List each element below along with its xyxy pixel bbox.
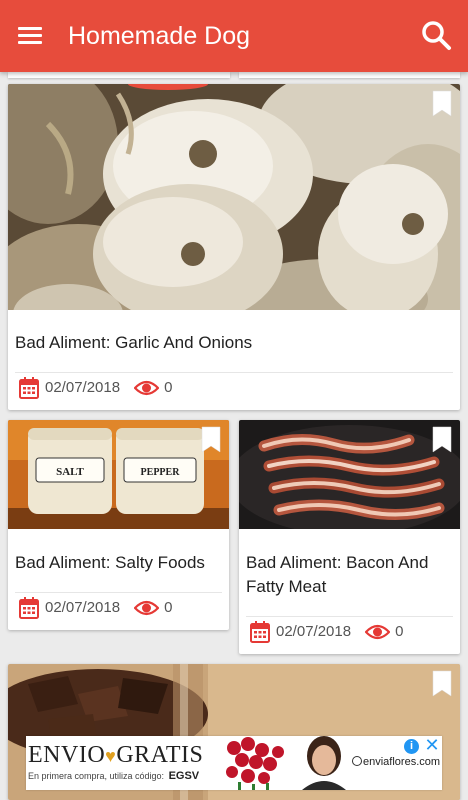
ad-headline: ENVIO♥GRATIS: [28, 742, 203, 769]
card-edge: [239, 72, 460, 78]
previous-cards-edge: [8, 72, 460, 78]
ad-headline-right: GRATIS: [116, 742, 204, 768]
article-date: 02/07/2018: [45, 599, 121, 616]
article-title[interactable]: Bad Aliment: Salty Foods: [15, 551, 223, 575]
calendar-icon: [250, 621, 270, 643]
article-views: 0: [164, 379, 173, 396]
article-title[interactable]: Bad Aliment: Bacon And Fatty Meat: [246, 551, 454, 599]
pepper-jar-label: PEPPER: [141, 467, 181, 478]
salt-jar-label: SALT: [56, 466, 84, 478]
divider: [15, 592, 222, 593]
eye-icon: [134, 600, 160, 616]
calendar-icon: [19, 597, 39, 619]
article-image-bacon: [239, 420, 460, 529]
ad-brand-name: enviaflores.com: [363, 756, 441, 768]
bookmark-icon[interactable]: [431, 426, 453, 454]
eye-icon: [365, 624, 391, 640]
bookmark-icon[interactable]: [431, 90, 453, 118]
article-card[interactable]: Bad Aliment: Garlic And Onions 02/07/201…: [8, 84, 460, 410]
divider: [15, 372, 453, 373]
article-meta: 02/07/2018 0: [250, 620, 403, 644]
eye-icon: [134, 380, 160, 396]
bookmark-icon[interactable]: [431, 670, 453, 698]
bookmark-icon[interactable]: [200, 426, 222, 454]
calendar-icon: [19, 377, 39, 399]
article-date: 02/07/2018: [45, 379, 121, 396]
close-icon[interactable]: ✕: [424, 736, 440, 754]
article-card[interactable]: SALT PEPPER Bad Aliment: Salty Foods 02/…: [8, 420, 229, 630]
card-edge: [8, 72, 230, 78]
article-views: 0: [164, 599, 173, 616]
article-meta: 02/07/2018 0: [19, 596, 172, 620]
article-image-garlic: [8, 84, 460, 310]
ad-info-icon[interactable]: i: [404, 739, 419, 754]
ad-headline-left: ENVIO: [28, 742, 106, 768]
divider: [246, 616, 453, 617]
app-title: Homemade Dog: [68, 22, 251, 50]
app-bar: Homemade Dog: [0, 0, 468, 72]
ad-brand: enviaflores.com: [352, 756, 440, 768]
article-meta: 02/07/2018 0: [19, 376, 172, 400]
article-image-salt: SALT PEPPER: [8, 420, 229, 529]
ad-subtext-label: En primera compra, utiliza código:: [28, 771, 165, 781]
ad-subtext: En primera compra, utiliza código: EGSV: [28, 770, 199, 782]
ad-brand-logo-icon: [352, 756, 362, 766]
article-date: 02/07/2018: [276, 623, 352, 640]
article-title[interactable]: Bad Aliment: Garlic And Onions: [15, 331, 453, 355]
menu-icon[interactable]: [14, 22, 48, 50]
heart-icon: ♥: [105, 746, 117, 766]
search-icon[interactable]: [418, 18, 454, 54]
ad-promo-code: EGSV: [168, 770, 200, 782]
article-views: 0: [395, 623, 404, 640]
ad-banner[interactable]: ENVIO♥GRATIS En primera compra, utiliza …: [26, 736, 442, 790]
article-card[interactable]: Bad Aliment: Bacon And Fatty Meat 02/07/…: [239, 420, 460, 654]
